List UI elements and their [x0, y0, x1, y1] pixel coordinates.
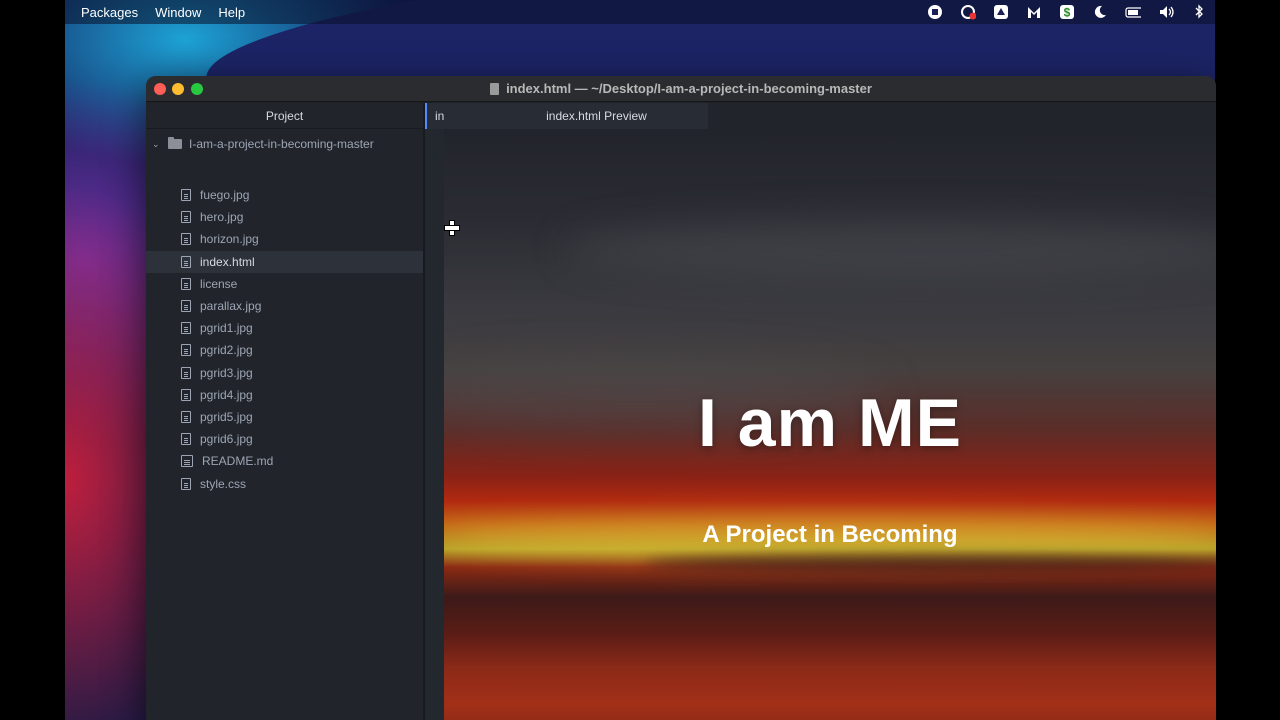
tab-preview[interactable]: index.html Preview: [485, 103, 708, 129]
dollar-icon[interactable]: $: [1059, 4, 1075, 20]
file-row[interactable]: pgrid3.jpg: [146, 362, 423, 384]
tree-root-folder[interactable]: ⌄ I-am-a-project-in-becoming-master: [146, 133, 423, 155]
menu-help[interactable]: Help: [218, 5, 245, 20]
volume-icon[interactable]: [1158, 4, 1174, 20]
editor-gutter[interactable]: [425, 129, 444, 720]
menu-window[interactable]: Window: [155, 5, 201, 20]
file-name: index.html: [200, 254, 255, 269]
file-name: horizon.jpg: [200, 232, 259, 247]
drive-icon[interactable]: [993, 4, 1009, 20]
file-row[interactable]: pgrid6.jpg: [146, 428, 423, 450]
file-icon: [181, 433, 191, 446]
svg-text:$: $: [1064, 6, 1071, 20]
sky-cloud: [564, 219, 1216, 279]
html-preview-pane[interactable]: I am ME A Project in Becoming: [444, 129, 1216, 720]
status-tray: $: [927, 0, 1207, 24]
file-icon: [181, 455, 193, 468]
record-icon[interactable]: [927, 4, 943, 20]
chevron-down-icon[interactable]: ⌄: [152, 139, 162, 150]
file-icon: [181, 255, 191, 268]
file-name: pgrid5.jpg: [200, 409, 253, 424]
minimize-button[interactable]: [172, 83, 184, 95]
tab-editor[interactable]: in: [425, 103, 485, 129]
root-folder-label: I-am-a-project-in-becoming-master: [189, 137, 374, 151]
file-icon: [181, 410, 191, 423]
file-icon: [181, 366, 191, 379]
file-list: fuego.jpg hero.jpg horizon.jpg index.html li…: [146, 184, 423, 495]
file-row[interactable]: parallax.jpg: [146, 295, 423, 317]
hero-subtitle: A Project in Becoming: [702, 521, 958, 548]
file-row[interactable]: hero.jpg: [146, 206, 423, 228]
file-row[interactable]: horizon.jpg: [146, 228, 423, 250]
file-icon: [181, 211, 191, 224]
document-icon: [490, 82, 500, 95]
creative-cloud-icon[interactable]: [960, 4, 976, 20]
hero-title: I am ME: [698, 385, 962, 461]
tab-preview-label: index.html Preview: [546, 109, 647, 123]
file-name: license: [200, 276, 238, 291]
file-name: pgrid3.jpg: [200, 365, 253, 380]
file-name: parallax.jpg: [200, 299, 262, 314]
menu-bar: Packages Window Help $: [65, 0, 1215, 24]
file-icon: [181, 388, 191, 401]
title-bar[interactable]: index.html — ~/Desktop/I-am-a-project-in…: [146, 76, 1216, 102]
file-row[interactable]: style.css: [146, 472, 423, 494]
malwarebytes-icon[interactable]: [1026, 4, 1042, 20]
app-window: index.html — ~/Desktop/I-am-a-project-in…: [146, 76, 1216, 720]
file-name: pgrid2.jpg: [200, 343, 253, 358]
file-row[interactable]: index.html: [146, 250, 423, 273]
window-title: index.html — ~/Desktop/I-am-a-project-in…: [506, 81, 872, 96]
file-row[interactable]: pgrid2.jpg: [146, 339, 423, 361]
file-row[interactable]: pgrid1.jpg: [146, 317, 423, 339]
file-name: hero.jpg: [200, 210, 244, 225]
menu-bar-items: Packages Window Help: [65, 5, 262, 20]
file-row[interactable]: pgrid4.jpg: [146, 384, 423, 406]
move-cursor-icon: [444, 220, 460, 236]
battery-icon[interactable]: [1125, 4, 1141, 20]
file-name: README.md: [202, 454, 274, 469]
file-name: pgrid4.jpg: [200, 387, 253, 402]
file-icon: [181, 344, 191, 357]
close-button[interactable]: [154, 83, 166, 95]
file-row[interactable]: README.md: [146, 450, 423, 472]
file-row[interactable]: pgrid5.jpg: [146, 406, 423, 428]
file-icon: [181, 189, 191, 202]
file-icon: [181, 233, 191, 246]
file-icon: [181, 477, 191, 490]
menu-packages[interactable]: Packages: [81, 5, 138, 20]
file-name: pgrid6.jpg: [200, 432, 253, 447]
file-name: fuego.jpg: [200, 188, 250, 203]
file-row[interactable]: fuego.jpg: [146, 184, 423, 206]
file-icon: [181, 277, 191, 290]
bluetooth-icon[interactable]: [1191, 4, 1207, 20]
sidebar-header[interactable]: Project: [146, 103, 423, 129]
project-sidebar: Project ⌄ I-am-a-project-in-becoming-mas…: [146, 103, 423, 720]
file-icon: [181, 322, 191, 335]
folder-icon: [168, 137, 182, 149]
file-row[interactable]: license: [146, 273, 423, 295]
maximize-button[interactable]: [191, 83, 203, 95]
tab-editor-label: in: [435, 109, 445, 123]
cloud-band: [644, 554, 1216, 572]
file-name: pgrid1.jpg: [200, 321, 253, 336]
moon-icon[interactable]: [1092, 4, 1108, 20]
file-icon: [181, 300, 191, 313]
file-name: style.css: [200, 476, 247, 491]
tab-bar: in index.html Preview: [425, 103, 1216, 129]
